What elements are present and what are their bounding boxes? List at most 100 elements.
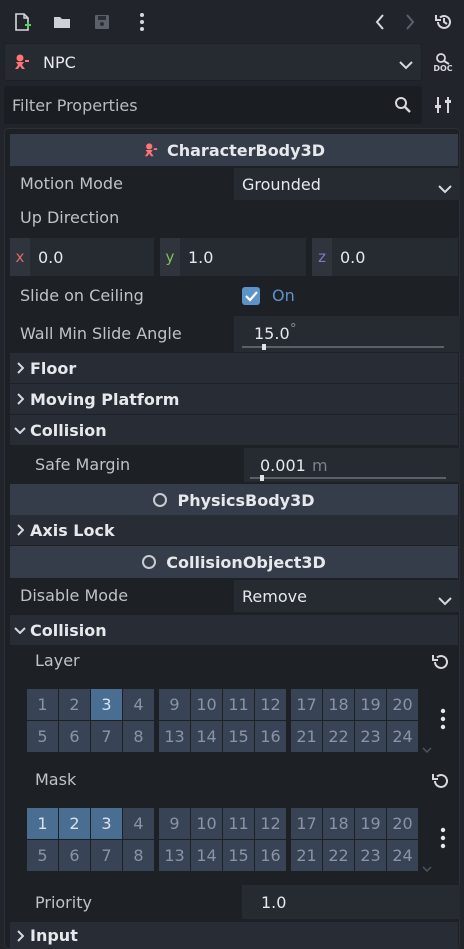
mask-bit-5[interactable]: 5 [27,840,58,871]
layer-bit-22[interactable]: 22 [323,721,354,752]
history-forward-icon[interactable] [396,8,424,36]
layer-bit-8[interactable]: 8 [123,721,154,752]
motion-mode-select[interactable]: Grounded [234,168,460,200]
node-name: NPC [43,52,76,72]
layer-bit-10[interactable]: 10 [191,689,222,720]
layer-label: Layer [35,651,80,670]
safe-margin-label: Safe Margin [35,455,131,474]
disable-mode-label: Disable Mode [20,586,129,605]
slider-grabber[interactable] [262,344,267,350]
disable-mode-select[interactable]: Remove [234,580,460,612]
mask-bit-15[interactable]: 15 [223,840,254,871]
mask-bit-6[interactable]: 6 [59,840,90,871]
layer-bit-3[interactable]: 3 [91,689,122,720]
revert-layer-icon[interactable] [430,652,450,676]
mask-bit-23[interactable]: 23 [355,840,386,871]
mask-bit-13[interactable]: 13 [159,840,190,871]
mask-bit-12[interactable]: 12 [255,808,286,839]
node-selector[interactable]: NPC [4,43,422,81]
layer-bit-16[interactable]: 16 [255,721,286,752]
mask-bit-16[interactable]: 16 [255,840,286,871]
mask-bit-2[interactable]: 2 [59,808,90,839]
safe-margin-field[interactable]: 0.001 m [244,448,460,482]
mask-bit-18[interactable]: 18 [323,808,354,839]
up-direction-y-field[interactable]: y 1.0 [160,238,306,276]
motion-mode-label: Motion Mode [20,174,123,193]
axis-x-label: x [10,238,30,276]
mask-bit-17[interactable]: 17 [291,808,322,839]
mask-bit-11[interactable]: 11 [223,808,254,839]
mask-bit-1[interactable]: 1 [27,808,58,839]
mask-bit-21[interactable]: 21 [291,840,322,871]
layer-bit-9[interactable]: 9 [159,689,190,720]
object-properties-icon[interactable] [432,94,456,118]
layer-bit-24[interactable]: 24 [387,721,418,752]
layer-bit-14[interactable]: 14 [191,721,222,752]
layer-bit-11[interactable]: 11 [223,689,254,720]
more-icon[interactable] [128,8,156,36]
wall-min-slide-angle-label: Wall Min Slide Angle [20,324,182,343]
section-collision[interactable]: Collision [10,415,458,445]
more-icon[interactable] [440,708,446,734]
mask-bit-20[interactable]: 20 [387,808,418,839]
mask-bit-22[interactable]: 22 [323,840,354,871]
new-script-icon[interactable] [8,8,36,36]
layer-bit-2[interactable]: 2 [59,689,90,720]
mask-bit-10[interactable]: 10 [191,808,222,839]
mask-bit-8[interactable]: 8 [123,840,154,871]
open-folder-icon[interactable] [48,8,76,36]
wall-min-slide-angle-field[interactable]: 15.0 ° [234,316,460,352]
safe-margin-slider[interactable] [250,477,446,479]
priority-field[interactable]: 1.0 [242,885,460,919]
mask-bit-7[interactable]: 7 [91,840,122,871]
up-direction-x-field[interactable]: x 0.0 [10,238,154,276]
layer-bit-4[interactable]: 4 [123,689,154,720]
section-axis-lock[interactable]: Axis Lock [10,515,458,545]
more-icon[interactable] [440,827,446,853]
layer-grid[interactable]: 1 2 3 4 5 6 7 8 9 10 11 12 13 14 15 16 17 18 19 20 21 22 23 24 [27,689,427,753]
section-collision-layers[interactable]: Collision [10,615,458,645]
save-icon[interactable] [88,8,116,36]
doc-button[interactable]: DOC [428,48,458,78]
axis-z-label: z [312,238,332,276]
mask-bit-3[interactable]: 3 [91,808,122,839]
layer-bit-21[interactable]: 21 [291,721,322,752]
section-moving-platform[interactable]: Moving Platform [10,384,458,414]
chevron-right-icon [10,362,30,374]
mask-bit-9[interactable]: 9 [159,808,190,839]
slider-grabber[interactable] [259,475,264,481]
up-direction-z-field[interactable]: z 0.0 [312,238,458,276]
chevron-down-icon[interactable] [422,739,432,758]
history-back-icon[interactable] [366,8,394,36]
layer-bit-6[interactable]: 6 [59,721,90,752]
section-floor[interactable]: Floor [10,353,458,383]
wall-min-slide-angle-slider[interactable] [242,346,444,348]
layer-bit-19[interactable]: 19 [355,689,386,720]
layer-bit-7[interactable]: 7 [91,721,122,752]
section-input[interactable]: Input [10,922,458,949]
layer-bit-5[interactable]: 5 [27,721,58,752]
layer-bit-15[interactable]: 15 [223,721,254,752]
category-physics-body: PhysicsBody3D [10,484,458,516]
history-icon[interactable] [430,8,458,36]
layer-bit-12[interactable]: 12 [255,689,286,720]
mask-grid[interactable]: 1 2 3 4 5 6 7 8 9 10 11 12 13 14 15 16 17 18 19 20 21 22 23 24 [27,808,427,872]
mask-bit-19[interactable]: 19 [355,808,386,839]
revert-mask-icon[interactable] [430,771,450,795]
layer-bit-17[interactable]: 17 [291,689,322,720]
filter-properties-input[interactable]: Filter Properties [4,86,422,124]
layer-bit-1[interactable]: 1 [27,689,58,720]
slide-on-ceiling-checkbox[interactable]: On [242,286,295,305]
mask-bit-24[interactable]: 24 [387,840,418,871]
layer-bit-18[interactable]: 18 [323,689,354,720]
layer-bit-20[interactable]: 20 [387,689,418,720]
layer-bit-23[interactable]: 23 [355,721,386,752]
mask-label: Mask [35,770,77,789]
character-body-icon [143,142,159,158]
mask-bit-14[interactable]: 14 [191,840,222,871]
mask-bit-4[interactable]: 4 [123,808,154,839]
layer-bit-13[interactable]: 13 [159,721,190,752]
chevron-down-icon[interactable] [422,858,432,877]
chevron-right-icon [10,393,30,405]
chevron-down-icon [10,626,30,634]
